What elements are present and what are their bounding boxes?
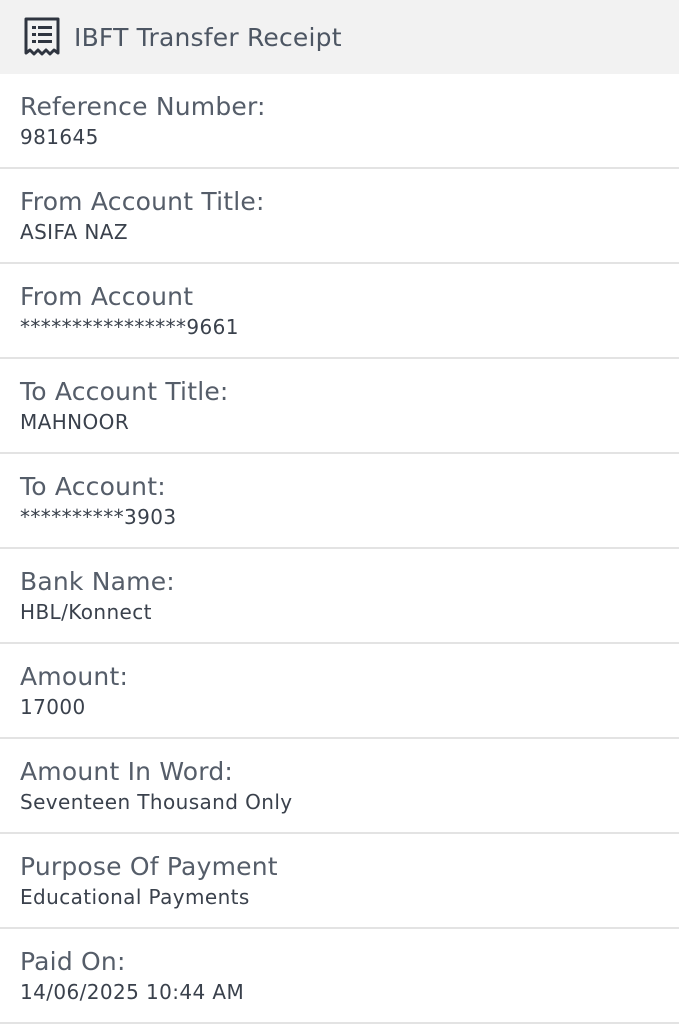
to-account-row: To Account: **********3903 — [0, 454, 679, 549]
field-label: Amount In Word: — [20, 757, 234, 786]
field-value: HBL/Konnect — [20, 600, 152, 624]
receipt-icon — [22, 16, 62, 58]
field-value: Educational Payments — [20, 885, 250, 909]
paid-on-row: Paid On: 14/06/2025 10:44 AM — [0, 929, 679, 1024]
field-value: 981645 — [20, 125, 99, 149]
field-label: Amount: — [20, 662, 129, 691]
from-account-row: From Account ****************9661 — [0, 264, 679, 359]
field-value: ****************9661 — [20, 315, 239, 339]
field-label: Purpose Of Payment — [20, 852, 278, 881]
amount-in-word-row: Amount In Word: Seventeen Thousand Only — [0, 739, 679, 834]
field-label: Reference Number: — [20, 92, 266, 121]
field-label: To Account Title: — [20, 377, 229, 406]
from-account-title-row: From Account Title: ASIFA NAZ — [0, 169, 679, 264]
field-value: MAHNOOR — [20, 410, 130, 434]
field-value: ASIFA NAZ — [20, 220, 128, 244]
bank-name-row: Bank Name: HBL/Konnect — [0, 549, 679, 644]
page-title: IBFT Transfer Receipt — [74, 22, 342, 52]
field-value: 14/06/2025 10:44 AM — [20, 980, 245, 1004]
field-value: 17000 — [20, 695, 86, 719]
amount-row: Amount: 17000 — [0, 644, 679, 739]
receipt-details: Reference Number: 981645 From Account Ti… — [0, 74, 679, 1024]
receipt-header: IBFT Transfer Receipt — [0, 0, 679, 74]
field-label: To Account: — [20, 472, 166, 501]
field-label: From Account — [20, 282, 194, 311]
field-value: **********3903 — [20, 505, 177, 529]
field-label: Paid On: — [20, 947, 126, 976]
reference-number-row: Reference Number: 981645 — [0, 74, 679, 169]
field-value: Seventeen Thousand Only — [20, 790, 293, 814]
field-label: From Account Title: — [20, 187, 265, 216]
to-account-title-row: To Account Title: MAHNOOR — [0, 359, 679, 454]
field-label: Bank Name: — [20, 567, 175, 596]
purpose-of-payment-row: Purpose Of Payment Educational Payments — [0, 834, 679, 929]
